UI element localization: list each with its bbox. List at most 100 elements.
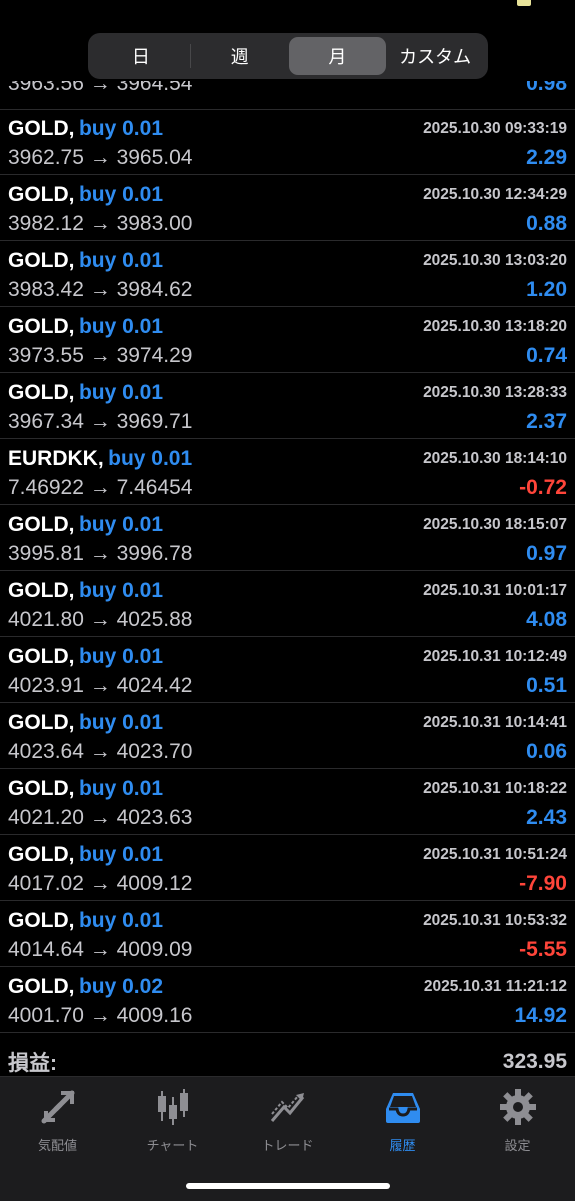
deal-prices: 4023.91 → 4024.42: [8, 674, 193, 697]
deal-time: 2025.10.31 10:12:49: [423, 648, 567, 665]
list-item[interactable]: GOLD, buy 0.01 2025.10.31 10:01:17 4021.80…: [0, 571, 575, 637]
deal-profit: -0.72: [519, 476, 567, 499]
deal-side-volume: buy 0.01: [78, 711, 163, 734]
list-item[interactable]: GOLD, buy 0.01 2025.10.31 10:14:41 4023.64…: [0, 703, 575, 769]
tab-settings[interactable]: 設定: [460, 1087, 575, 1167]
deal-prices: 4001.70 → 4009.16: [8, 1004, 193, 1027]
period-segmented-control: 日 週 月 カスタム: [88, 33, 488, 79]
deal-title: GOLD, buy 0.01: [8, 315, 163, 339]
candlestick-chart-icon: [157, 1089, 188, 1125]
list-item[interactable]: GOLD, buy 0.01 2025.10.30 12:34:29 3982.12…: [0, 175, 575, 241]
list-item[interactable]: GOLD, buy 0.02 2025.10.31 11:21:12 4001.70…: [0, 967, 575, 1033]
deal-symbol: GOLD,: [8, 381, 75, 404]
deal-title: GOLD, buy 0.01: [8, 579, 163, 603]
deal-side-volume: buy 0.01: [78, 777, 163, 800]
tab-history[interactable]: 履歴: [345, 1087, 460, 1167]
period-tab-custom[interactable]: カスタム: [386, 37, 484, 75]
deal-profit: 0.88: [526, 212, 567, 235]
deal-prices: 3963.56 → 3964.54: [8, 81, 193, 95]
tab-history-label: 履歴: [389, 1138, 416, 1153]
tab-trade[interactable]: トレード: [230, 1087, 345, 1167]
deal-time: 2025.10.30 13:03:20: [423, 252, 567, 269]
period-tab-month[interactable]: 月: [288, 37, 387, 75]
list-item[interactable]: GOLD, buy 0.01 2025.10.30 13:18:20 3973.55…: [0, 307, 575, 373]
quotes-arrows-icon: [41, 1090, 74, 1124]
deal-history-list[interactable]: 3963.56 → 3964.54 0.98 GOLD, buy 0.01 202…: [0, 81, 575, 1075]
deal-prices: 3967.34 → 3969.71: [8, 410, 193, 433]
deal-time: 2025.10.31 10:51:24: [423, 846, 567, 863]
tab-chart-label: チャート: [146, 1138, 199, 1153]
deal-symbol: GOLD,: [8, 645, 75, 668]
gear-icon: [499, 1089, 536, 1125]
deal-symbol: GOLD,: [8, 975, 75, 998]
deal-profit: 14.92: [514, 1004, 567, 1027]
list-item[interactable]: 3963.56 → 3964.54 0.98: [0, 81, 575, 110]
deal-side-volume: buy 0.01: [78, 843, 163, 866]
list-item[interactable]: GOLD, buy 0.01 2025.10.31 10:12:49 4023.91…: [0, 637, 575, 703]
total-profit-label: 損益:: [8, 1052, 57, 1075]
period-tab-week[interactable]: 週: [191, 37, 289, 75]
deal-title: GOLD, buy 0.01: [8, 645, 163, 669]
deal-prices: 4017.02 → 4009.12: [8, 872, 193, 895]
list-item[interactable]: EURDKK, buy 0.01 2025.10.30 18:14:10 7.469…: [0, 439, 575, 505]
period-tab-day[interactable]: 日: [92, 37, 190, 75]
list-item[interactable]: GOLD, buy 0.01 2025.10.31 10:18:22 4021.20…: [0, 769, 575, 835]
list-item[interactable]: GOLD, buy 0.01 2025.10.30 13:28:33 3967.34…: [0, 373, 575, 439]
total-profit-row: 損益: 323.95: [0, 1040, 575, 1076]
deal-time: 2025.10.30 18:14:10: [423, 450, 567, 467]
list-item[interactable]: GOLD, buy 0.01 2025.10.31 10:53:32 4014.64…: [0, 901, 575, 967]
deal-rows: GOLD, buy 0.01 2025.10.30 09:33:19 3962.75…: [0, 109, 575, 1033]
deal-time: 2025.10.30 18:15:07: [423, 516, 567, 533]
deal-title: GOLD, buy 0.01: [8, 777, 163, 801]
deal-prices: 3973.55 → 3974.29: [8, 344, 193, 367]
list-item[interactable]: GOLD, buy 0.01 2025.10.30 13:03:20 3983.42…: [0, 241, 575, 307]
deal-time: 2025.10.31 10:18:22: [423, 780, 567, 797]
tab-quotes[interactable]: 気配値: [0, 1087, 115, 1167]
deal-side-volume: buy 0.01: [78, 579, 163, 602]
deal-symbol: GOLD,: [8, 843, 75, 866]
deal-symbol: GOLD,: [8, 711, 75, 734]
bottom-tab-bar: 気配値 チャート トレード 履歴 設定: [0, 1076, 575, 1201]
deal-title: GOLD, buy 0.01: [8, 711, 163, 735]
deal-symbol: GOLD,: [8, 249, 75, 272]
deal-prices: 3962.75 → 3965.04: [8, 146, 193, 169]
tab-quotes-label: 気配値: [37, 1138, 77, 1153]
deal-profit: 0.74: [526, 344, 567, 367]
deal-symbol: GOLD,: [8, 513, 75, 536]
deal-prices: 4014.64 → 4009.09: [8, 938, 193, 961]
total-profit-value: 323.95: [502, 1050, 567, 1073]
list-item[interactable]: GOLD, buy 0.01 2025.10.30 09:33:19 3962.75…: [0, 109, 575, 175]
deal-title: GOLD, buy 0.02: [8, 975, 163, 999]
deal-time: 2025.10.31 10:53:32: [423, 912, 567, 929]
deal-title: GOLD, buy 0.01: [8, 117, 163, 141]
list-item[interactable]: GOLD, buy 0.01 2025.10.31 10:51:24 4017.02…: [0, 835, 575, 901]
deal-side-volume: buy 0.01: [78, 315, 163, 338]
status-bar-fragment: [517, 0, 531, 6]
deal-symbol: EURDKK,: [8, 447, 104, 470]
deal-time: 2025.10.31 10:14:41: [423, 714, 567, 731]
deal-side-volume: buy 0.01: [78, 909, 163, 932]
deal-side-volume: buy 0.01: [78, 117, 163, 140]
deal-time: 2025.10.30 09:33:19: [423, 120, 567, 137]
trade-chart-icon: [270, 1093, 304, 1122]
deal-profit: 0.97: [526, 542, 567, 565]
deal-prices: 3983.42 → 3984.62: [8, 278, 193, 301]
deal-profit: 0.51: [526, 674, 567, 697]
deal-symbol: GOLD,: [8, 909, 75, 932]
deal-profit: 1.20: [526, 278, 567, 301]
deal-profit: 0.06: [526, 740, 567, 763]
deal-profit: 0.98: [526, 81, 567, 95]
deal-side-volume: buy 0.01: [78, 249, 163, 272]
deal-profit: 2.37: [526, 410, 567, 433]
tab-chart[interactable]: チャート: [115, 1087, 230, 1167]
tab-settings-label: 設定: [504, 1138, 531, 1153]
deal-title: GOLD, buy 0.01: [8, 183, 163, 207]
list-item[interactable]: GOLD, buy 0.01 2025.10.30 18:15:07 3995.81…: [0, 505, 575, 571]
deal-profit: 2.29: [526, 146, 567, 169]
deal-title: EURDKK, buy 0.01: [8, 447, 192, 471]
deal-symbol: GOLD,: [8, 579, 75, 602]
deal-side-volume: buy 0.02: [78, 975, 163, 998]
deal-symbol: GOLD,: [8, 183, 75, 206]
deal-prices: 3982.12 → 3983.00: [8, 212, 193, 235]
deal-profit: 2.43: [526, 806, 567, 829]
